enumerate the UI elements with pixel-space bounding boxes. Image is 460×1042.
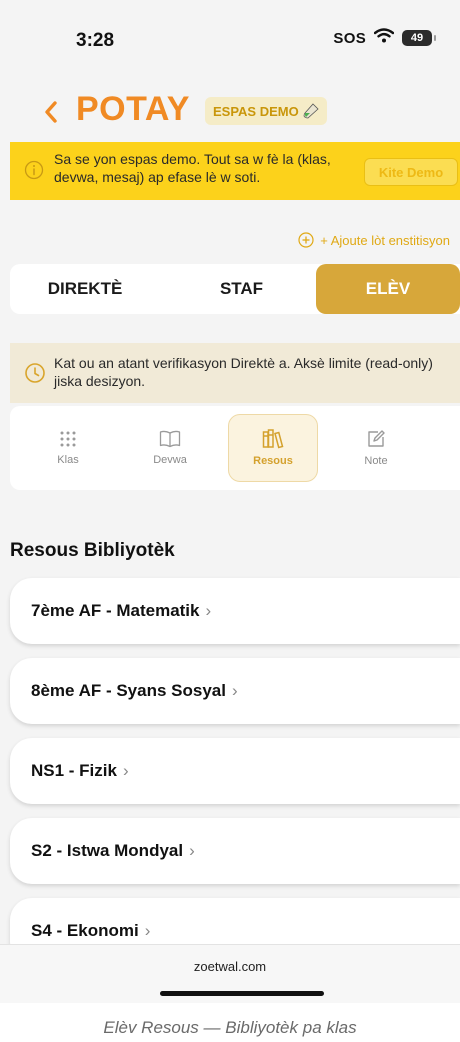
library-item-label: S4 - Ekonomi (31, 921, 139, 940)
library-item[interactable]: NS1 - Fizik › (10, 738, 460, 804)
library-item-label: NS1 - Fizik (31, 761, 117, 780)
demo-badge-label: ESPAS DEMO (213, 103, 299, 119)
tab-klas[interactable]: Klas (23, 414, 113, 482)
verification-text: Kat ou an atant verifikasyon Direktè a. … (54, 355, 433, 389)
url-text: zoetwal.com (193, 959, 267, 974)
verification-notice: Kat ou an atant verifikasyon Direktè a. … (10, 343, 460, 403)
chevron-right-icon: › (122, 761, 129, 780)
status-bar: 3:28 SOS 49 (0, 0, 460, 84)
library-item[interactable]: 8ème AF - Syans Sosyal › (10, 658, 460, 724)
browser-url-bar[interactable]: zoetwal.com (0, 944, 460, 1003)
library-item-label: 8ème AF - Syans Sosyal (31, 681, 226, 700)
tab-resous[interactable]: Resous (228, 414, 318, 482)
chevron-left-icon (45, 101, 57, 123)
add-institution-link[interactable]: + Ajoute lòt enstitisyon (298, 232, 450, 248)
test-tube-icon (303, 103, 319, 119)
demo-banner-text: Sa se yon espas demo. Tout sa w fè la (k… (54, 151, 331, 185)
chevron-right-icon: › (144, 921, 151, 940)
tab-klas-label: Klas (57, 454, 79, 466)
wifi-icon (373, 28, 395, 48)
chevron-right-icon: › (189, 841, 195, 860)
tab-note[interactable]: Note (331, 414, 421, 482)
tab-resous-label: Resous (253, 455, 293, 467)
sos-indicator: SOS (333, 29, 366, 47)
section-title: Resous Bibliyotèk (10, 540, 175, 561)
info-icon (24, 160, 44, 180)
grid-icon (60, 431, 76, 447)
plus-circle-icon (298, 232, 314, 248)
tab-devwa-label: Devwa (153, 454, 187, 466)
tab-devwa[interactable]: Devwa (125, 414, 215, 482)
exit-demo-button[interactable]: Kite Demo (364, 158, 458, 186)
tab-staf[interactable]: STAF (160, 264, 323, 314)
library-item-label: 7ème AF - Matematik (31, 601, 200, 620)
screenshot-caption: Elèv Resous — Bibliyotèk pa klas (103, 1018, 357, 1037)
battery-icon: 49 (402, 30, 436, 46)
library-item[interactable]: 7ème AF - Matematik › (10, 578, 460, 644)
home-indicator[interactable] (160, 991, 324, 996)
tab-direkte[interactable]: DIREKTÈ (10, 264, 160, 314)
book-icon (159, 430, 181, 448)
library-item-label: S2 - Istwa Mondyal (31, 841, 184, 860)
chevron-right-icon: › (231, 681, 238, 700)
clock-icon (25, 363, 45, 383)
app-title: POTAY (76, 90, 190, 128)
demo-banner: Sa se yon espas demo. Tout sa w fè la (k… (10, 142, 460, 200)
page-header: POTAY ESPAS DEMO (0, 84, 460, 140)
role-tabs: DIREKTÈ STAF ELÈV (10, 264, 460, 314)
feature-tabs: Klas Devwa Resous Note (10, 406, 460, 490)
demo-badge: ESPAS DEMO (205, 97, 327, 125)
app-screen: 3:28 SOS 49 POTAY ESPAS DEMO Sa se yon e… (0, 0, 460, 1003)
add-institution-label: + Ajoute lòt enstitisyon (320, 232, 450, 248)
library-icon (262, 429, 284, 449)
back-button[interactable] (36, 92, 66, 132)
library-item[interactable]: S2 - Istwa Mondyal › (10, 818, 460, 884)
chevron-right-icon: › (205, 601, 212, 620)
tab-elev[interactable]: ELÈV (316, 264, 460, 314)
edit-note-icon (368, 430, 385, 447)
status-time: 3:28 (76, 30, 115, 51)
status-icons: SOS 49 (333, 28, 436, 48)
tab-note-label: Note (364, 455, 388, 467)
